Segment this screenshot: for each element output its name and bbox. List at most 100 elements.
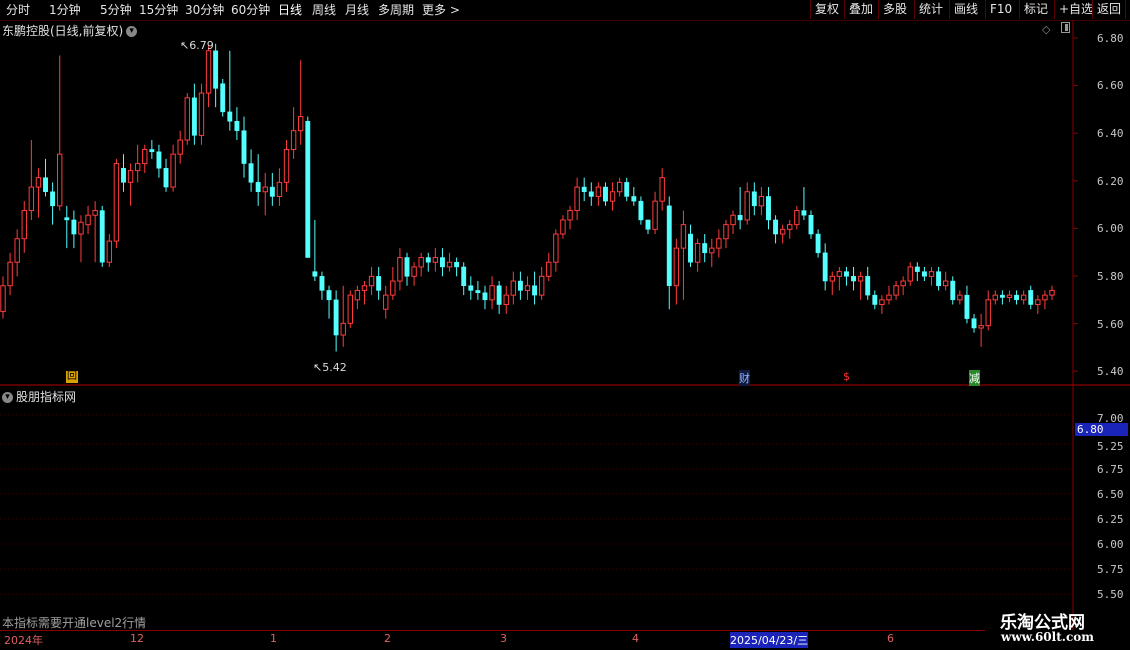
time-axis [0, 630, 985, 645]
candle-body [43, 177, 48, 193]
diamond-icon[interactable]: ◇ [1042, 23, 1050, 36]
indicator-label: 5.25 [1097, 440, 1124, 453]
marker-cai[interactable]: 财 [739, 370, 750, 386]
candle [992, 290, 998, 305]
candle-body [794, 210, 800, 226]
candle-body [886, 294, 892, 301]
candle-body [659, 177, 665, 202]
candle [709, 238, 715, 267]
tab-5min[interactable]: 5分钟 [100, 2, 132, 18]
candle [503, 285, 509, 314]
candle-body [609, 191, 616, 202]
candle [928, 266, 935, 286]
candle [432, 248, 439, 272]
back-button[interactable]: 返回 [1092, 0, 1127, 19]
marker-hui[interactable]: 回 [66, 371, 78, 383]
indicator-dropdown-icon[interactable]: ▾ [2, 392, 13, 403]
f10-button[interactable]: F10 [985, 0, 1016, 19]
candle [688, 224, 693, 267]
candle [673, 238, 680, 305]
candle-body [978, 325, 984, 329]
candle [121, 154, 126, 192]
candle [872, 290, 878, 310]
multi-stock-button[interactable]: 多股 [878, 0, 911, 19]
tab-1min[interactable]: 1分钟 [49, 2, 81, 18]
candle [666, 196, 672, 310]
candle-body [581, 186, 587, 193]
marker-jian[interactable]: 减 [969, 370, 980, 386]
candle [1020, 290, 1027, 305]
draw-line-button[interactable]: 画线 [949, 0, 982, 19]
candle [85, 205, 91, 235]
candle [496, 281, 502, 314]
tab-monthly[interactable]: 月线 [345, 2, 369, 18]
overlay-button[interactable]: 叠加 [844, 0, 877, 19]
candle-body [397, 257, 403, 282]
candle-body [376, 276, 382, 291]
window-toggle-icon[interactable] [1061, 22, 1070, 33]
tab-30min[interactable]: 30分钟 [185, 2, 224, 18]
candle-body [312, 271, 318, 277]
candle-body [234, 121, 240, 131]
candle [914, 262, 920, 282]
candle [581, 177, 587, 202]
mark-button[interactable]: 标记 [1019, 0, 1052, 19]
candle-body [914, 266, 920, 272]
dropdown-circle-icon[interactable]: ▾ [126, 26, 138, 37]
low-annotation: ↖5.42 [313, 361, 347, 374]
candle-body [404, 257, 410, 277]
candle [716, 229, 722, 258]
restore-rights-button[interactable]: 复权 [810, 0, 843, 19]
tab-multi-period[interactable]: 多周期 [378, 2, 414, 18]
candle [127, 163, 134, 206]
candle-body [1020, 294, 1027, 301]
candle-body [553, 233, 559, 263]
candle [773, 215, 779, 244]
candle [361, 281, 368, 305]
candle-body [985, 299, 991, 327]
candle [446, 252, 453, 272]
tab-more[interactable]: 更多 > [422, 2, 460, 18]
tab-fenshi[interactable]: 分时 [6, 2, 30, 18]
time-label: 12 [130, 632, 144, 645]
candle-body [283, 148, 290, 183]
candle [290, 107, 297, 159]
tab-60min[interactable]: 60分钟 [231, 2, 270, 18]
candle-body [815, 233, 821, 254]
candle [702, 234, 708, 263]
candle [241, 116, 247, 178]
tab-daily[interactable]: 日线 [278, 2, 302, 18]
candle-body [92, 210, 98, 216]
candle [532, 271, 538, 305]
candle [376, 266, 382, 300]
statistics-button[interactable]: 统计 [914, 0, 947, 19]
candle [340, 285, 346, 347]
candle [971, 313, 977, 333]
candle-body [844, 271, 849, 277]
candle-body [326, 290, 332, 301]
candle-body [198, 92, 205, 136]
candle [1006, 290, 1013, 303]
candle [907, 262, 913, 286]
candle-body [801, 210, 807, 216]
candle-body [220, 83, 226, 113]
add-watchlist-button[interactable]: +自选 [1054, 0, 1097, 19]
indicator-title[interactable]: ▾ 股朋指标网 [2, 388, 76, 405]
indicator-label: 6.50 [1097, 488, 1124, 501]
candle-body [248, 163, 254, 183]
stock-title[interactable]: 东鹏控股(日线,前复权) ▾ [2, 22, 138, 39]
candle [801, 187, 807, 220]
tab-15min[interactable]: 15分钟 [139, 2, 178, 18]
candle-body [347, 294, 354, 324]
kline-chart[interactable] [0, 20, 1130, 650]
marker-dollar[interactable]: $ [843, 370, 850, 383]
candle [397, 248, 403, 291]
candle [779, 224, 786, 244]
tab-weekly[interactable]: 周线 [312, 2, 336, 18]
time-cursor-label: 2025/04/23/三 [730, 632, 809, 648]
candle [170, 144, 176, 192]
candle-body [829, 275, 835, 282]
candle [645, 219, 651, 235]
candle-body [255, 182, 261, 193]
candle-body [595, 186, 602, 197]
